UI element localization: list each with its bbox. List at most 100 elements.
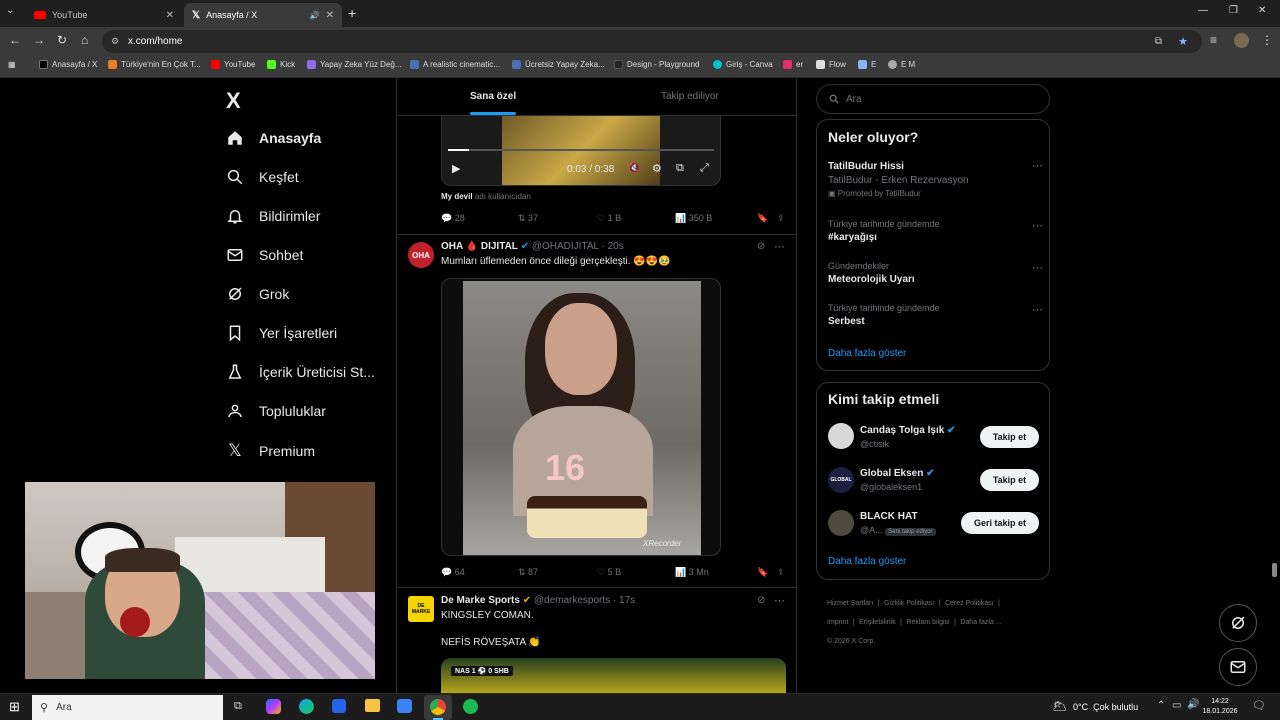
follow-button[interactable]: Takip et: [980, 469, 1039, 491]
bookmark-item[interactable]: Ücretsiz Yapay Zeka...: [512, 60, 605, 69]
footer-link[interactable]: Imprint: [827, 619, 848, 626]
bookmark-item[interactable]: Flow: [816, 60, 846, 69]
follow-back-button[interactable]: Geri takip et: [961, 512, 1039, 534]
trend-item[interactable]: Gündemdekiler Meteorolojik Uyarı ⋯: [828, 261, 1043, 285]
retweet-button[interactable]: ⇅ 37: [518, 213, 597, 224]
tweet-video[interactable]: NAS 1 ⚽ 0 SHB: [441, 658, 786, 693]
sidebar-item-home[interactable]: Anasayfa: [226, 129, 321, 147]
windows-start-icon[interactable]: ⊞: [9, 699, 20, 715]
settings-icon[interactable]: ⚙: [652, 162, 662, 175]
file-explorer-icon[interactable]: [365, 699, 380, 712]
more-icon[interactable]: ⋯: [1032, 261, 1043, 274]
tab-following[interactable]: Takip ediliyor: [661, 91, 719, 102]
x-logo-icon[interactable]: X: [226, 88, 241, 114]
weather-icon[interactable]: 🌥: [1052, 699, 1067, 713]
avatar[interactable]: [828, 423, 854, 449]
trend-item[interactable]: TatilBudur Hissi TatilBudur - Erken Reze…: [828, 159, 1043, 198]
reply-button[interactable]: 💬 28: [441, 213, 518, 224]
bookmark-item[interactable]: Giriş - Canva: [713, 60, 773, 69]
footer-link[interactable]: Erişilebilirlik: [859, 619, 896, 626]
mute-icon[interactable]: 🔇: [628, 163, 640, 174]
more-icon[interactable]: ⋯: [774, 594, 785, 607]
speaker-icon[interactable]: 🔊: [310, 11, 320, 20]
bookmark-item[interactable]: E: [858, 60, 876, 69]
sidebar-item-bookmarks[interactable]: Yer İşaretleri: [226, 324, 337, 342]
close-icon[interactable]: ✕: [166, 10, 174, 21]
video-progress[interactable]: [448, 149, 714, 151]
grok-icon[interactable]: ⊘: [757, 241, 765, 252]
more-icon[interactable]: ⋯: [774, 240, 785, 253]
bookmark-item[interactable]: Türkiye'nin En Çok T...: [108, 60, 201, 69]
scrollbar-thumb[interactable]: [1272, 563, 1277, 577]
footer-link[interactable]: Hizmet Şartları: [827, 600, 873, 607]
site-info-icon[interactable]: ⚙: [111, 36, 119, 47]
back-icon[interactable]: ←: [9, 33, 21, 47]
follow-suggestion[interactable]: Candaş Tolga Işık ✔ @ctisik Takip et: [828, 423, 1043, 451]
spotify-icon[interactable]: [463, 699, 478, 714]
more-icon[interactable]: ⋯: [1032, 219, 1043, 232]
bookmark-item[interactable]: YouTube: [211, 60, 255, 69]
bookmark-item[interactable]: Yapay Zeka Yüz Değ...: [307, 60, 402, 69]
bookmark-star-icon[interactable]: ★: [1178, 35, 1188, 48]
messages-fab[interactable]: [1219, 648, 1257, 686]
retweet-button[interactable]: ⇅ 87: [518, 567, 597, 578]
sidebar-item-premium[interactable]: 𝕏 Premium: [226, 441, 315, 461]
follow-suggestion[interactable]: GLOBAL Global Eksen ✔ @globaleksen1 Taki…: [828, 467, 1043, 495]
bookmark-item[interactable]: er: [783, 60, 803, 69]
sidebar-item-creator-studio[interactable]: İçerik Üreticisi St...: [226, 363, 375, 381]
avatar[interactable]: GLOBAL: [828, 467, 854, 493]
taskbar-search[interactable]: ⚲ Ara: [32, 695, 223, 720]
notification-icon[interactable]: 🗨: [1252, 699, 1266, 712]
avatar[interactable]: [828, 510, 854, 536]
show-more-link[interactable]: Daha fazla göster: [828, 556, 906, 567]
share-icon[interactable]: ⇪: [777, 567, 785, 578]
apps-icon[interactable]: ▦: [8, 60, 16, 69]
close-icon[interactable]: ✕: [326, 10, 334, 21]
bookmark-item[interactable]: A realistic cinematic...: [410, 60, 500, 69]
sidebar-item-grok[interactable]: Grok: [226, 285, 289, 303]
install-icon[interactable]: ⧉: [1155, 36, 1162, 47]
url-field[interactable]: ⚙ x.com/home ⧉ ★: [102, 30, 1202, 53]
pip-icon[interactable]: ⧉: [676, 162, 684, 175]
forward-icon[interactable]: →: [33, 33, 45, 47]
window-close-button[interactable]: ✕: [1258, 5, 1266, 16]
views-count[interactable]: 📊 3 Mn: [675, 567, 757, 578]
home-button-icon[interactable]: ⌂: [81, 33, 88, 47]
minimize-button[interactable]: —: [1198, 5, 1208, 16]
show-more-link[interactable]: Daha fazla göster: [828, 348, 906, 359]
restore-button[interactable]: ❐: [1229, 5, 1238, 16]
grok-icon[interactable]: ⊘: [757, 595, 765, 606]
store-icon[interactable]: [332, 699, 346, 713]
bookmark-icon[interactable]: 🔖: [757, 567, 777, 578]
like-button[interactable]: ♡ 1 B: [597, 213, 675, 224]
bookmark-item[interactable]: Kick: [267, 60, 295, 69]
tweet-author[interactable]: De Marke Sports: [441, 595, 520, 606]
new-tab-button[interactable]: +: [348, 5, 356, 21]
chrome-icon[interactable]: [430, 699, 446, 715]
tweet-handle[interactable]: @OHADIJITAL · 20s: [532, 241, 624, 252]
bookmark-item[interactable]: Anasayfa / X: [39, 60, 97, 69]
footer-link[interactable]: Daha fazla ...: [960, 619, 1001, 626]
weather-text[interactable]: 0°C Çok bulutlu: [1073, 702, 1138, 712]
tab-x[interactable]: 𝕏 Anasayfa / X 🔊 ✕: [184, 3, 342, 27]
reload-icon[interactable]: ↻: [57, 33, 67, 47]
fullscreen-icon[interactable]: ⤢: [700, 162, 709, 175]
play-icon[interactable]: ▶: [452, 162, 460, 175]
clock[interactable]: 14:22 18.01.2026: [1198, 697, 1242, 717]
tweet-handle[interactable]: @demarkesports · 17s: [534, 595, 635, 606]
views-count[interactable]: 📊 350 B: [675, 213, 757, 224]
avatar[interactable]: OHA: [408, 242, 434, 268]
like-button[interactable]: ♡ 5 B: [597, 567, 675, 578]
trend-item[interactable]: Türkiye tarihinde gündemde Serbest ⋯: [828, 303, 1043, 327]
edge-icon[interactable]: [299, 699, 314, 714]
tab-list-icon[interactable]: ⌄: [6, 5, 14, 16]
trend-item[interactable]: Türkiye tarihinde gündemde #karyağışı ⋯: [828, 219, 1043, 243]
task-view-icon[interactable]: ⧉: [234, 700, 242, 713]
copilot-icon[interactable]: [266, 699, 281, 714]
mail-app-icon[interactable]: [397, 699, 412, 713]
more-icon[interactable]: ⋯: [1032, 159, 1043, 172]
footer-link[interactable]: Gizlilik Politikası: [884, 600, 934, 607]
bookmark-item[interactable]: Design - Playground: [614, 60, 699, 69]
network-icon[interactable]: ▭: [1172, 700, 1181, 711]
more-icon[interactable]: ⋯: [1032, 303, 1043, 316]
